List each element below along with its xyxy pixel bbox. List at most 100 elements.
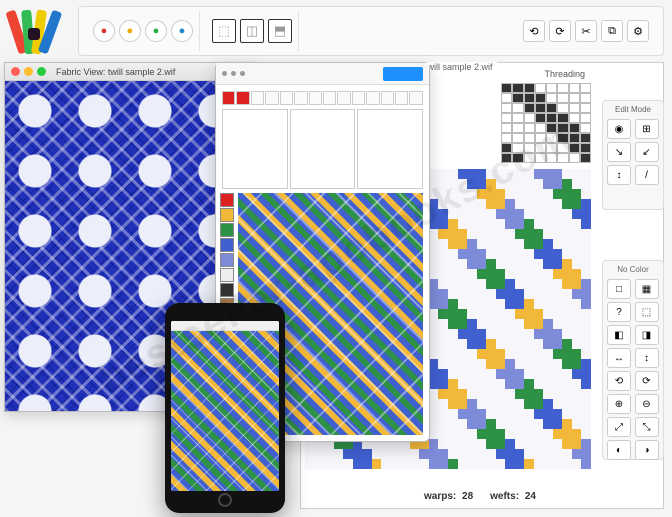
zoom-icon[interactable]	[37, 67, 46, 76]
drawdown-cell[interactable]	[581, 199, 591, 209]
drawdown-cell[interactable]	[581, 429, 591, 439]
tieup-cell[interactable]	[535, 93, 546, 103]
drawdown-cell[interactable]	[562, 409, 572, 419]
drawdown-cell[interactable]	[429, 419, 439, 429]
drawdown-cell[interactable]	[372, 459, 382, 469]
tieup-cell[interactable]	[580, 153, 591, 163]
drawdown-cell[interactable]	[562, 199, 572, 209]
drawdown-cell[interactable]	[534, 419, 544, 429]
drawdown-cell[interactable]	[429, 349, 439, 359]
drawdown-cell[interactable]	[515, 369, 525, 379]
drawdown-cell[interactable]	[410, 459, 420, 469]
drawdown-cell[interactable]	[524, 229, 534, 239]
drawdown-cell[interactable]	[305, 459, 315, 469]
tieup-cell[interactable]	[557, 153, 568, 163]
drawdown-cell[interactable]	[524, 339, 534, 349]
editor-threading-grid[interactable]	[222, 109, 423, 189]
drawdown-cell[interactable]	[448, 269, 458, 279]
drawdown-cell[interactable]	[505, 399, 515, 409]
drawdown-cell[interactable]	[324, 459, 334, 469]
tieup-cell[interactable]	[512, 93, 523, 103]
drawdown-cell[interactable]	[562, 349, 572, 359]
close-icon[interactable]	[11, 67, 20, 76]
drawdown-cell[interactable]	[496, 359, 506, 369]
drawdown-cell[interactable]	[458, 299, 468, 309]
ruler-tick[interactable]	[251, 91, 264, 105]
tieup-cell[interactable]	[535, 153, 546, 163]
drawdown-cell[interactable]	[553, 439, 563, 449]
drawdown-cell[interactable]	[553, 369, 563, 379]
palette-swatch-5[interactable]	[220, 268, 234, 282]
drawdown-cell[interactable]	[543, 339, 553, 349]
drawdown-cell[interactable]	[572, 429, 582, 439]
drawdown-cell[interactable]	[572, 309, 582, 319]
tieup-cell[interactable]	[535, 83, 546, 93]
drawdown-cell[interactable]	[505, 239, 515, 249]
drawdown-cell[interactable]	[486, 249, 496, 259]
ruler-tick[interactable]	[381, 91, 394, 105]
drawdown-cell[interactable]	[467, 299, 477, 309]
drawdown-cell[interactable]	[524, 289, 534, 299]
tieup-cell[interactable]	[535, 103, 546, 113]
drawdown-cell[interactable]	[581, 319, 591, 329]
drawdown-cell[interactable]	[562, 179, 572, 189]
drawdown-cell[interactable]	[562, 279, 572, 289]
drawdown-cell[interactable]	[496, 319, 506, 329]
drawdown-cell[interactable]	[467, 399, 477, 409]
drawdown-cell[interactable]	[505, 359, 515, 369]
drawdown-cell[interactable]	[524, 279, 534, 289]
drawdown-cell[interactable]	[562, 239, 572, 249]
drawdown-cell[interactable]	[486, 369, 496, 379]
drawdown-cell[interactable]	[496, 289, 506, 299]
palette-red-button[interactable]: ●	[93, 20, 115, 42]
drawdown-cell[interactable]	[496, 259, 506, 269]
drawdown-cell[interactable]	[467, 449, 477, 459]
drawdown-cell[interactable]	[362, 459, 372, 469]
drawdown-cell[interactable]	[553, 249, 563, 259]
drawdown-cell[interactable]	[543, 219, 553, 229]
drawdown-cell[interactable]	[543, 269, 553, 279]
drawdown-cell[interactable]	[438, 219, 448, 229]
drawdown-cell[interactable]	[562, 339, 572, 349]
drawdown-cell[interactable]	[581, 169, 591, 179]
tool-button-11[interactable]: ⊖	[635, 394, 659, 414]
drawdown-cell[interactable]	[477, 349, 487, 359]
drawdown-cell[interactable]	[505, 249, 515, 259]
drawdown-cell[interactable]	[524, 319, 534, 329]
drawdown-cell[interactable]	[353, 449, 363, 459]
drawdown-cell[interactable]	[534, 399, 544, 409]
drawdown-cell[interactable]	[534, 449, 544, 459]
drawdown-cell[interactable]	[572, 409, 582, 419]
drawdown-cell[interactable]	[429, 379, 439, 389]
tieup-cell[interactable]	[557, 103, 568, 113]
drawdown-cell[interactable]	[438, 189, 448, 199]
drawdown-cell[interactable]	[429, 269, 439, 279]
tool-button-3[interactable]: ⬚	[635, 302, 659, 322]
drawdown-cell[interactable]	[515, 319, 525, 329]
drawdown-cell[interactable]	[391, 459, 401, 469]
drawdown-cell[interactable]	[496, 409, 506, 419]
tieup-cell[interactable]	[535, 123, 546, 133]
drawdown-cell[interactable]	[334, 459, 344, 469]
drawdown-cell[interactable]	[315, 459, 325, 469]
drawdown-cell[interactable]	[581, 339, 591, 349]
tool-button-14[interactable]: ◐	[607, 440, 631, 460]
edit-mode-button-0[interactable]: ◉	[607, 119, 631, 139]
drawdown-cell[interactable]	[429, 299, 439, 309]
drawdown-cell[interactable]	[467, 199, 477, 209]
drawdown-cell[interactable]	[562, 189, 572, 199]
drawdown-cell[interactable]	[477, 369, 487, 379]
drawdown-cell[interactable]	[458, 249, 468, 259]
drawdown-cell[interactable]	[438, 429, 448, 439]
drawdown-cell[interactable]	[429, 339, 439, 349]
drawdown-cell[interactable]	[458, 269, 468, 279]
drawdown-cell[interactable]	[543, 259, 553, 269]
drawdown-cell[interactable]	[581, 449, 591, 459]
drawdown-cell[interactable]	[438, 199, 448, 209]
drawdown-cell[interactable]	[534, 369, 544, 379]
tieup-cell[interactable]	[535, 113, 546, 123]
tieup-cell[interactable]	[546, 103, 557, 113]
drawdown-cell[interactable]	[543, 399, 553, 409]
tool-button-12[interactable]: ⤢	[607, 417, 631, 437]
drawdown-cell[interactable]	[458, 189, 468, 199]
